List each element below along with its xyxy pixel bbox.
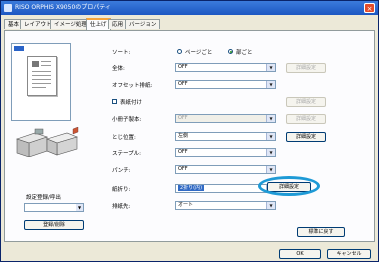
chevron-down-icon: ▼ — [266, 81, 275, 88]
offset-output-select[interactable]: OFF ▼ — [175, 80, 276, 89]
close-button[interactable]: × — [364, 3, 375, 13]
output-tray-label: 排紙先: — [112, 204, 131, 210]
chevron-down-icon: ▼ — [266, 202, 275, 209]
printer-properties-window: RISO ORPHIS X9050のプロパティ ? × 基本 レイアウト イメー… — [0, 0, 379, 262]
printer-icon — [4, 4, 12, 12]
binding-position-label: とじ位置: — [112, 135, 136, 141]
tab-finishing[interactable]: 仕上げ — [86, 18, 111, 30]
tab-image[interactable]: イメージ処理 — [50, 19, 91, 29]
booklet-detail-button[interactable]: 詳細設定 — [286, 114, 326, 124]
chevron-down-icon: ▼ — [266, 133, 275, 140]
preset-select[interactable]: ▼ — [24, 203, 84, 212]
sort-by-page-radio[interactable] — [177, 49, 182, 54]
staple-position-mark — [14, 46, 24, 51]
offset-output-label: オフセット排紙: — [112, 83, 153, 89]
binding-position-select[interactable]: 左側 ▼ — [175, 132, 276, 141]
cover-checkbox[interactable] — [112, 99, 117, 104]
paper-fold-label: 紙折り: — [112, 187, 131, 193]
register-delete-button[interactable]: 登録/削除 — [24, 220, 84, 230]
cover-label: 表紙付け — [120, 100, 143, 106]
whole-select[interactable]: OFF ▼ — [175, 63, 276, 72]
punch-label: パンチ: — [112, 168, 131, 174]
booklet-label: 小冊子製本: — [112, 117, 142, 123]
chevron-down-icon: ▼ — [266, 149, 275, 156]
title-bar: RISO ORPHIS X9050のプロパティ ? × — [1, 1, 378, 15]
restore-defaults-button[interactable]: 標準に戻す — [297, 227, 345, 237]
sort-label: ソート: — [112, 50, 131, 56]
punch-select[interactable]: OFF ▼ — [175, 165, 276, 174]
chevron-down-icon: ▼ — [266, 115, 275, 122]
sort-by-set-radio[interactable] — [228, 49, 233, 54]
printer-machine-illustration — [16, 127, 79, 157]
binding-detail-button[interactable]: 詳細設定 — [286, 132, 326, 142]
highlight-ring — [258, 176, 320, 196]
chevron-down-icon: ▼ — [76, 204, 83, 211]
window-title: RISO ORPHIS X9050のプロパティ — [15, 4, 111, 11]
staple-select[interactable]: OFF ▼ — [175, 148, 276, 157]
whole-label: 全体: — [112, 66, 125, 72]
tab-version[interactable]: バージョン — [125, 19, 161, 29]
chevron-down-icon: ▼ — [266, 166, 275, 173]
sort-by-set-label: 部ごと — [236, 50, 253, 56]
paper-preview — [27, 56, 57, 96]
chevron-down-icon: ▼ — [266, 64, 275, 71]
ok-button[interactable]: OK — [279, 249, 321, 259]
whole-detail-button[interactable]: 詳細設定 — [286, 63, 326, 73]
cancel-button[interactable]: キャンセル — [327, 249, 371, 259]
sort-by-page-label: ページごと — [185, 50, 213, 56]
staple-label: ステープル: — [112, 151, 142, 157]
booklet-select[interactable]: OFF ▼ — [175, 114, 276, 123]
output-tray-select[interactable]: オート ▼ — [175, 201, 276, 210]
preset-label: 設定登録/呼出 — [26, 195, 61, 201]
cover-detail-button[interactable]: 詳細設定 — [286, 97, 326, 107]
